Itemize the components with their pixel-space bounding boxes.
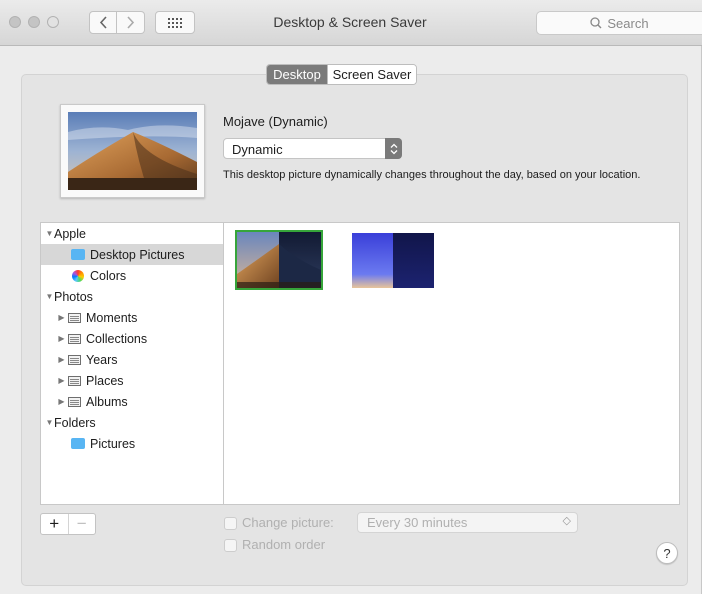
mojave-dynamic-thumbnail-image [237,232,321,288]
sidebar-item-desktop-pictures[interactable]: Desktop Pictures [41,244,223,265]
grid-icon [168,17,182,28]
add-source-button[interactable]: + [41,514,68,534]
random-order-checkbox[interactable] [224,539,237,552]
disclosure-closed-icon[interactable]: ▶ [57,334,66,343]
change-interval-value: Every 30 minutes [367,515,468,530]
change-picture-label: Change picture: [242,515,334,530]
add-remove-control: + − [40,513,96,535]
tab-bar: Desktop Screen Saver [266,64,417,85]
sidebar-item-moments[interactable]: ▶ Moments [41,307,223,328]
album-icon [68,312,81,323]
sidebar-item-label: Years [86,352,118,367]
minimize-button[interactable] [28,16,40,28]
sidebar-item-label: Pictures [90,436,136,451]
change-interval-popup[interactable]: Every 30 minutes ◇ [357,512,578,533]
album-icon [68,396,81,407]
group-label: Folders [54,415,96,430]
sidebar-item-collections[interactable]: ▶ Collections [41,328,223,349]
disclosure-open-icon[interactable]: ▼ [45,418,54,427]
show-all-button[interactable] [155,11,195,34]
sidebar-item-label: Colors [90,268,127,283]
folder-icon [71,249,85,260]
dynamic-mode-value: Dynamic [232,142,283,157]
search-placeholder: Search [607,15,649,31]
group-folders[interactable]: ▼ Folders [41,412,223,433]
window-title: Desktop & Screen Saver [273,14,427,30]
tab-desktop[interactable]: Desktop [267,65,327,84]
forward-button[interactable] [117,11,145,34]
random-order-label: Random order [242,537,326,552]
group-photos[interactable]: ▼ Photos [41,286,223,307]
help-button[interactable]: ? [656,542,678,564]
close-button[interactable] [9,16,21,28]
sidebar-item-label: Collections [86,331,148,346]
solar-gradient-thumbnail-image [352,233,434,288]
chevron-left-icon [99,16,107,29]
disclosure-closed-icon[interactable]: ▶ [57,313,66,322]
current-picture-preview [60,104,205,198]
group-label: Apple [54,226,86,241]
disclosure-open-icon[interactable]: ▼ [45,229,54,238]
change-picture-checkbox[interactable] [224,517,237,530]
sidebar-item-label: Moments [86,310,138,325]
tab-screen-saver[interactable]: Screen Saver [327,65,416,84]
sidebar-item-years[interactable]: ▶ Years [41,349,223,370]
dynamic-mode-popup[interactable]: Dynamic [223,138,402,159]
remove-source-button[interactable]: − [67,514,96,534]
pictures-folder-icon [71,438,85,449]
popup-arrows-icon: ◇ [562,515,571,527]
sidebar-item-places[interactable]: ▶ Places [41,370,223,391]
search-icon [590,17,602,29]
album-icon [68,375,81,386]
preferences-window: Desktop & Screen Saver Search Desktop Sc… [0,0,702,594]
group-label: Photos [54,289,93,304]
disclosure-closed-icon[interactable]: ▶ [57,397,66,406]
title-bar: Desktop & Screen Saver Search [0,0,702,46]
sidebar-item-colors[interactable]: Colors [41,265,223,286]
mojave-preview-image [68,112,197,190]
chevron-right-icon [127,16,135,29]
album-icon [68,333,81,344]
sidebar-item-label: Desktop Pictures [90,247,185,262]
sidebar-item-albums[interactable]: ▶ Albums [41,391,223,412]
color-wheel-icon [72,269,84,282]
group-apple[interactable]: ▼ Apple [41,223,223,244]
back-button[interactable] [89,11,117,34]
popup-arrows-icon [385,138,402,159]
source-list: ▼ Apple Desktop Pictures Colors ▼ Photos… [40,222,224,505]
zoom-button[interactable] [47,16,59,28]
picture-description: This desktop picture dynamically changes… [223,169,641,181]
search-field[interactable]: Search [536,11,702,35]
picture-name: Mojave (Dynamic) [223,114,328,129]
thumbnail-solar-gradients[interactable] [352,233,434,288]
disclosure-open-icon[interactable]: ▼ [45,292,54,301]
thumbnail-mojave-dynamic[interactable] [235,230,323,290]
album-icon [68,354,81,365]
disclosure-closed-icon[interactable]: ▶ [57,376,66,385]
sidebar-item-label: Places [86,373,124,388]
sidebar-item-label: Albums [86,394,128,409]
disclosure-closed-icon[interactable]: ▶ [57,355,66,364]
sidebar-item-pictures[interactable]: Pictures [41,433,223,454]
